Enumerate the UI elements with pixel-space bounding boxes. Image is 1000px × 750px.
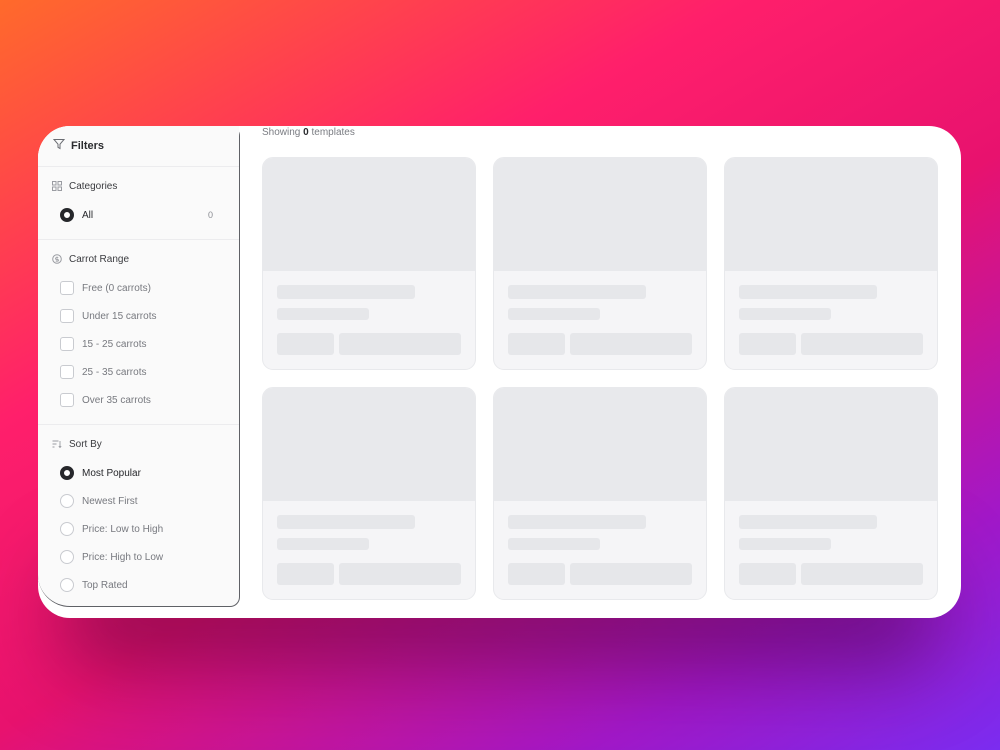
sort-option-price-high-low[interactable]: Price: High to Low bbox=[52, 543, 225, 571]
coin-icon bbox=[52, 254, 62, 264]
option-label: 15 - 25 carrots bbox=[82, 338, 147, 350]
radio-selected[interactable] bbox=[60, 208, 74, 222]
templates-main: Showing 0 templates bbox=[262, 126, 961, 618]
option-label: Price: High to Low bbox=[82, 551, 164, 563]
skeleton-button bbox=[339, 333, 461, 355]
carrot-option-under-15[interactable]: Under 15 carrots bbox=[52, 302, 225, 330]
skeleton-tag bbox=[739, 563, 796, 585]
option-label: Under 15 carrots bbox=[82, 310, 157, 322]
results-count: Showing 0 templates bbox=[262, 127, 355, 138]
filters-sidebar: Filters Categories All 0 Carrot Range Fr… bbox=[38, 126, 240, 607]
category-option-all[interactable]: All 0 bbox=[52, 201, 225, 229]
skeleton-button bbox=[570, 563, 692, 585]
skeleton-button bbox=[339, 563, 461, 585]
sort-option-newest-first[interactable]: Newest First bbox=[52, 487, 225, 515]
filters-header: Filters bbox=[38, 126, 239, 167]
skeleton-subtitle bbox=[277, 308, 369, 320]
skeleton-title bbox=[739, 285, 877, 299]
option-label: Most Popular bbox=[82, 467, 141, 479]
skeleton-image bbox=[725, 158, 937, 271]
sort-option-top-rated[interactable]: Top Rated bbox=[52, 571, 225, 599]
skeleton-subtitle bbox=[508, 308, 600, 320]
category-label: All bbox=[82, 209, 94, 221]
category-count: 0 bbox=[207, 210, 213, 220]
template-card-skeleton bbox=[262, 387, 476, 600]
skeleton-image bbox=[263, 388, 475, 501]
skeleton-title bbox=[739, 515, 877, 529]
template-card-skeleton bbox=[724, 387, 938, 600]
checkbox[interactable] bbox=[60, 393, 74, 407]
skeleton-image bbox=[263, 158, 475, 271]
carrot-option-15-25[interactable]: 15 - 25 carrots bbox=[52, 330, 225, 358]
app-window: Filters Categories All 0 Carrot Range Fr… bbox=[38, 126, 961, 618]
skeleton-image bbox=[725, 388, 937, 501]
skeleton-tag bbox=[508, 333, 565, 355]
skeleton-subtitle bbox=[739, 308, 831, 320]
skeleton-title bbox=[508, 515, 646, 529]
skeleton-tag bbox=[277, 563, 334, 585]
option-label: 25 - 35 carrots bbox=[82, 366, 147, 378]
sort-option-most-popular[interactable]: Most Popular bbox=[52, 459, 225, 487]
skeleton-button bbox=[570, 333, 692, 355]
skeleton-subtitle bbox=[508, 538, 600, 550]
carrot-range-title: Carrot Range bbox=[69, 253, 130, 265]
skeleton-title bbox=[508, 285, 646, 299]
template-card-skeleton bbox=[262, 157, 476, 370]
checkbox[interactable] bbox=[60, 365, 74, 379]
radio[interactable] bbox=[60, 522, 74, 536]
skeleton-subtitle bbox=[277, 538, 369, 550]
skeleton-tag bbox=[508, 563, 565, 585]
showing-count: 0 bbox=[303, 127, 309, 138]
showing-suffix: templates bbox=[311, 127, 355, 138]
checkbox[interactable] bbox=[60, 337, 74, 351]
radio[interactable] bbox=[60, 578, 74, 592]
skeleton-image bbox=[494, 388, 706, 501]
skeleton-button bbox=[801, 333, 923, 355]
option-label: Free (0 carrots) bbox=[82, 282, 151, 294]
sort-by-title: Sort By bbox=[69, 438, 102, 450]
grid-icon bbox=[52, 181, 62, 191]
sort-option-price-low-high[interactable]: Price: Low to High bbox=[52, 515, 225, 543]
carrot-range-section: Carrot Range Free (0 carrots) Under 15 c… bbox=[38, 240, 239, 425]
option-label: Top Rated bbox=[82, 579, 128, 591]
radio[interactable] bbox=[60, 550, 74, 564]
checkbox[interactable] bbox=[60, 309, 74, 323]
option-label: Over 35 carrots bbox=[82, 394, 151, 406]
skeleton-button bbox=[801, 563, 923, 585]
radio-selected[interactable] bbox=[60, 466, 74, 480]
skeleton-title bbox=[277, 515, 415, 529]
filter-icon bbox=[52, 137, 66, 155]
skeleton-image bbox=[494, 158, 706, 271]
checkbox[interactable] bbox=[60, 281, 74, 295]
showing-prefix: Showing bbox=[262, 127, 301, 138]
option-label: Newest First bbox=[82, 495, 138, 507]
skeleton-subtitle bbox=[739, 538, 831, 550]
categories-title: Categories bbox=[69, 180, 118, 192]
radio[interactable] bbox=[60, 494, 74, 508]
skeleton-tag bbox=[739, 333, 796, 355]
sort-icon bbox=[52, 439, 62, 449]
carrot-option-25-35[interactable]: 25 - 35 carrots bbox=[52, 358, 225, 386]
carrot-option-free[interactable]: Free (0 carrots) bbox=[52, 274, 225, 302]
categories-section: Categories All 0 bbox=[38, 167, 239, 240]
filters-title: Filters bbox=[71, 140, 105, 152]
template-card-skeleton bbox=[493, 157, 707, 370]
template-card-skeleton bbox=[724, 157, 938, 370]
skeleton-title bbox=[277, 285, 415, 299]
sort-by-section: Sort By Most Popular Newest First Price:… bbox=[38, 425, 239, 609]
option-label: Price: Low to High bbox=[82, 523, 164, 535]
template-card-skeleton bbox=[493, 387, 707, 600]
carrot-option-over-35[interactable]: Over 35 carrots bbox=[52, 386, 225, 414]
skeleton-tag bbox=[277, 333, 334, 355]
